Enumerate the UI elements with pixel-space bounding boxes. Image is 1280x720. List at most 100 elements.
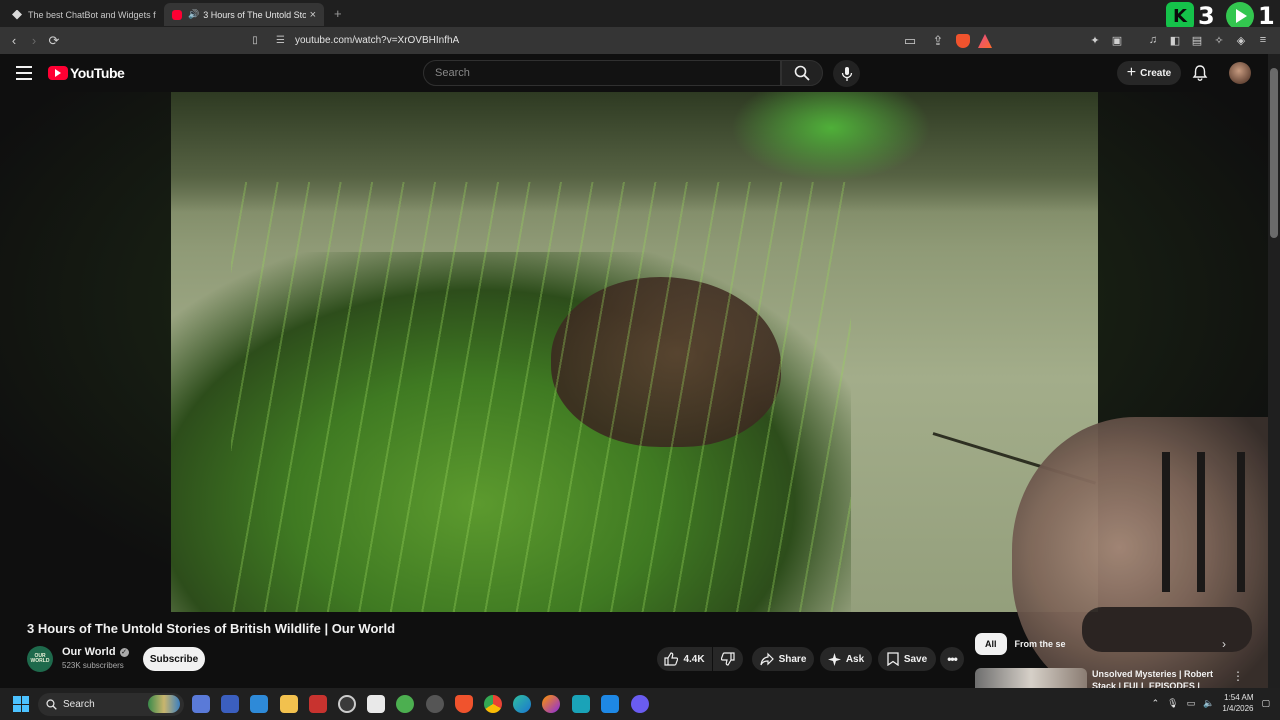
rumble-extension-badge[interactable]: 1: [1226, 2, 1275, 30]
windows-taskbar: Search ⌃ 🎙 ▭ 🔈 1:54 AM 1/4/2026 ▢: [0, 688, 1280, 720]
capcut-icon[interactable]: [367, 695, 385, 713]
chip-from-series[interactable]: From the se: [1013, 633, 1068, 655]
windows-start-icon[interactable]: [13, 696, 29, 712]
arduino-icon[interactable]: [572, 695, 590, 713]
cast-icon[interactable]: ▭: [900, 31, 920, 51]
recommended-thumbnail[interactable]: [975, 668, 1087, 690]
search-button[interactable]: [781, 60, 823, 86]
forward-arrow-icon[interactable]: ›: [24, 31, 44, 51]
subscribe-button[interactable]: Subscribe: [143, 647, 205, 671]
leo-ai-icon[interactable]: ✧: [1210, 31, 1228, 49]
webcam-overlay: [1012, 417, 1280, 707]
chip-all[interactable]: All: [975, 633, 1007, 655]
tab-title: The best ChatBot and Widgets for Ki: [28, 9, 156, 20]
extensions-puzzle-icon[interactable]: ✦: [1086, 31, 1104, 49]
taskbar-search[interactable]: Search: [38, 693, 184, 716]
remote-icon[interactable]: [250, 695, 268, 713]
like-button[interactable]: 4.4K: [657, 647, 712, 671]
video-player[interactable]: [171, 92, 1098, 612]
brave-icon[interactable]: [455, 695, 473, 713]
extensions-area: ✦ ▣ ♫ ◧ ▤ ✧ ◈ ≡: [1086, 31, 1272, 49]
speaker-icon[interactable]: 🔊: [188, 9, 199, 20]
rumble-count: 1: [1258, 2, 1275, 30]
clock[interactable]: 1:54 AM 1/4/2026: [1222, 692, 1253, 714]
tab-chatbot[interactable]: The best ChatBot and Widgets for Ki: [4, 3, 164, 26]
voice-search-button[interactable]: [833, 60, 860, 87]
search-input[interactable]: Search: [423, 60, 781, 86]
bookmark-icon[interactable]: ▯: [244, 35, 266, 46]
youtube-logo[interactable]: YouTube: [48, 65, 125, 81]
speedometer-icon[interactable]: [338, 695, 356, 713]
kick-icon: K: [1166, 2, 1194, 30]
channel-avatar[interactable]: OUR WORLD: [27, 646, 53, 672]
more-actions-button[interactable]: •••: [940, 647, 964, 671]
related-chips: All From the se: [975, 633, 1068, 655]
reload-icon[interactable]: ⟳: [44, 31, 64, 51]
file-explorer-icon[interactable]: [280, 695, 298, 713]
youtube-play-icon: [48, 66, 68, 80]
wallet-icon[interactable]: ▤: [1188, 31, 1206, 49]
subscriber-count: 523K subscribers: [62, 661, 124, 670]
app-icon[interactable]: [396, 695, 414, 713]
edge-icon[interactable]: [513, 695, 531, 713]
obs-icon[interactable]: [426, 695, 444, 713]
kick-extension-badge[interactable]: K 3: [1166, 2, 1215, 30]
taskbar-app-icon[interactable]: [192, 695, 210, 713]
system-tray: ⌃ 🎙 ▭ 🔈 1:54 AM 1/4/2026 ▢: [1152, 692, 1270, 714]
discord-icon[interactable]: [631, 695, 649, 713]
firefox-icon[interactable]: [542, 695, 560, 713]
vpn-icon[interactable]: ◈: [1232, 31, 1250, 49]
outlook-icon[interactable]: [221, 695, 239, 713]
share-label: Share: [778, 653, 807, 665]
kick-count: 3: [1198, 2, 1215, 30]
menu-icon[interactable]: ≡: [1254, 31, 1272, 49]
microphone-tray-icon[interactable]: 🎙: [1167, 698, 1178, 709]
save-button[interactable]: Save: [878, 647, 936, 671]
screenshot-icon[interactable]: ▣: [1108, 31, 1126, 49]
scrollbar-thumb[interactable]: [1270, 68, 1278, 238]
more-vertical-icon[interactable]: ⋮: [1232, 669, 1244, 683]
share-page-icon[interactable]: ⇪: [928, 31, 948, 51]
account-avatar[interactable]: [1229, 62, 1251, 84]
tab-youtube-active[interactable]: 🔊 3 Hours of The Untold Stories ×: [164, 3, 324, 26]
site-settings-icon[interactable]: ☰: [276, 35, 285, 46]
address-bar[interactable]: ▯ ☰ youtube.com/watch?v=XrOVBHInfhA: [244, 29, 999, 51]
video-title: 3 Hours of The Untold Stories of British…: [27, 621, 396, 636]
notification-icon[interactable]: ▢: [1261, 698, 1270, 709]
url-text[interactable]: youtube.com/watch?v=XrOVBHInfhA: [295, 35, 459, 46]
close-icon[interactable]: ×: [310, 9, 316, 21]
chevron-up-icon[interactable]: ⌃: [1152, 698, 1160, 709]
create-button[interactable]: + Create: [1117, 61, 1181, 85]
webcam-person: [1082, 607, 1252, 652]
brave-rewards-icon[interactable]: [978, 34, 992, 48]
channel-name[interactable]: Our World: [62, 646, 116, 658]
brave-shield-icon[interactable]: [956, 34, 970, 48]
logo-text: YouTube: [70, 65, 125, 81]
search-highlight-icon: [148, 695, 180, 713]
vscode-icon[interactable]: [601, 695, 619, 713]
video-frame-leaves: [731, 92, 931, 182]
network-icon[interactable]: ▭: [1187, 698, 1196, 709]
video-frame-grass-blades: [231, 182, 851, 612]
sparkle-icon: [827, 652, 841, 666]
page-scrollbar[interactable]: [1268, 54, 1280, 688]
clock-time: 1:54 AM: [1224, 693, 1254, 702]
thumbs-down-icon: [721, 652, 735, 666]
recommended-title[interactable]: Unsolved Mysteries | Robert Stack | FULL…: [1092, 668, 1222, 690]
new-tab-plus-icon[interactable]: +: [334, 6, 342, 21]
thumbs-up-icon: [664, 652, 679, 666]
dislike-button[interactable]: [713, 647, 743, 671]
chrome-icon[interactable]: [484, 695, 502, 713]
back-arrow-icon[interactable]: ‹: [4, 31, 24, 51]
news-icon[interactable]: [309, 695, 327, 713]
chevron-right-icon[interactable]: ›: [1222, 637, 1226, 651]
volume-icon[interactable]: 🔈: [1203, 698, 1214, 709]
music-icon[interactable]: ♫: [1144, 31, 1162, 49]
share-button[interactable]: Share: [752, 647, 814, 671]
sidebar-icon[interactable]: ◧: [1166, 31, 1184, 49]
channel-name-row[interactable]: Our World ✓: [62, 646, 129, 658]
webcam-frame-bar: [1197, 452, 1205, 592]
notifications-bell-icon[interactable]: [1191, 64, 1209, 82]
ask-button[interactable]: Ask: [820, 647, 872, 671]
hamburger-menu-icon[interactable]: [16, 66, 32, 80]
